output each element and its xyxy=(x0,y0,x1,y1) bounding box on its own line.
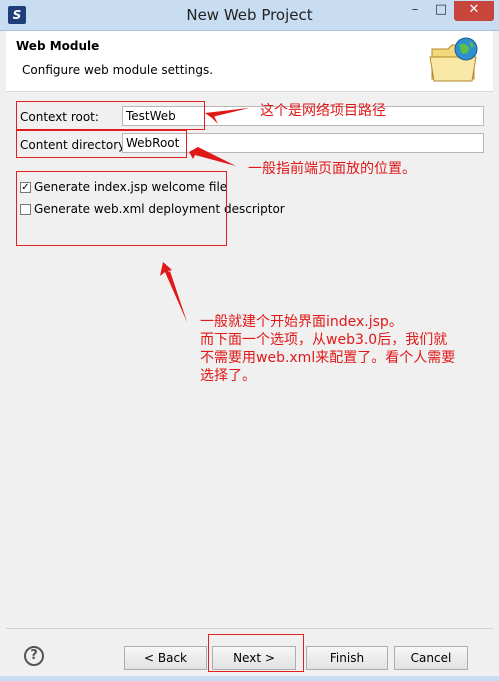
back-button[interactable]: < Back xyxy=(124,646,207,670)
finish-button[interactable]: Finish xyxy=(306,646,388,670)
button-bar-separator xyxy=(6,628,493,629)
cancel-button[interactable]: Cancel xyxy=(394,646,468,670)
options-annotation-line-1: 一般就建个开始界面index.jsp。 xyxy=(200,314,403,330)
help-icon[interactable]: ? xyxy=(24,646,44,666)
context-root-annotation: 这个是网络项目路径 xyxy=(260,103,386,119)
next-highlight xyxy=(208,634,304,672)
content-dir-annotation: 一般指前端页面放的位置。 xyxy=(248,161,416,177)
options-annotation-line-3: 不需要用web.xml来配置了。看个人需要 xyxy=(200,350,456,366)
options-annotation-line-4: 选择了。 xyxy=(200,368,256,384)
window-bottom-border xyxy=(0,676,499,681)
options-annotation-line-2: 而下面一个选项，从web3.0后，我们就 xyxy=(200,332,448,348)
